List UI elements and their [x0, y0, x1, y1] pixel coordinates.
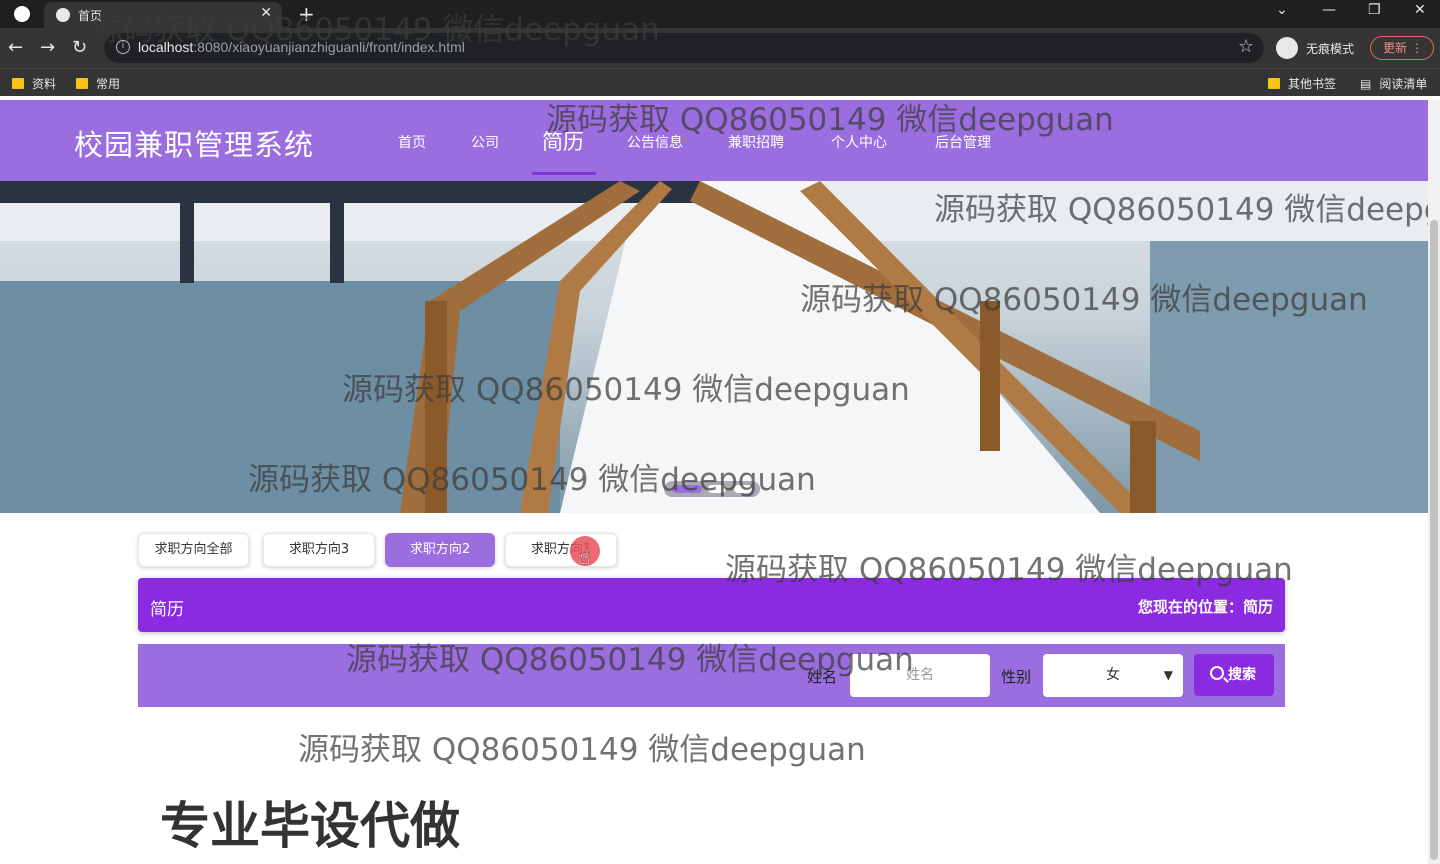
search-button[interactable]: 搜索 — [1194, 654, 1274, 696]
breadcrumb: 您现在的位置：简历 — [1137, 598, 1273, 616]
globe-icon — [56, 8, 70, 22]
bookmarks-bar: 资料 常用 其他书签 ▤ 阅读清单 — [0, 68, 1440, 96]
promo-watermark: 专业毕设代做 — [160, 797, 460, 855]
other-bookmarks[interactable]: 其他书签 — [1268, 75, 1336, 92]
folder-icon — [1268, 78, 1280, 89]
restore-icon[interactable]: ❐ — [1368, 2, 1381, 18]
watermark: 源码获取 QQ86050149 微信deepguan — [800, 282, 1368, 318]
bookmark-folder[interactable]: 资料 — [12, 75, 56, 92]
watermark: 源码获取 QQ86050149 微信deepguan — [725, 552, 1293, 588]
forward-icon[interactable]: → — [40, 37, 55, 58]
nav-home[interactable]: 首页 — [398, 132, 426, 152]
site-title: 校园兼职管理系统 — [74, 128, 315, 162]
watermark: 源码获取 QQ86050149 微信deepguan — [298, 732, 866, 768]
scrollbar-thumb[interactable] — [1430, 220, 1438, 860]
folder-icon — [12, 78, 24, 89]
search-icon — [1210, 666, 1224, 680]
scrollbar[interactable] — [1428, 100, 1440, 864]
filter-direction-1[interactable]: 求职方向1 — [505, 533, 617, 567]
incognito-icon — [1276, 37, 1298, 59]
window-close-icon[interactable]: ✕ — [1414, 2, 1426, 18]
browser-logo-icon — [14, 6, 30, 22]
page-title: 简历 — [150, 600, 184, 620]
update-button[interactable]: 更新 ⋮ — [1370, 36, 1434, 60]
bookmark-star-icon[interactable]: ☆ — [1238, 36, 1254, 57]
filter-direction-3[interactable]: 求职方向3 — [263, 533, 375, 567]
chevron-down-icon: ▼ — [1163, 668, 1173, 682]
tab-search-chevron-icon[interactable]: ⌄ — [1276, 2, 1288, 18]
hand-cursor-icon: ☝ — [578, 545, 591, 569]
back-icon[interactable]: ← — [8, 37, 23, 58]
gender-value: 女 — [1106, 667, 1120, 683]
reload-icon[interactable]: ↻ — [72, 37, 87, 58]
watermark: 源码获取 QQ86050149 微信deepguan — [248, 462, 816, 498]
nav-active-indicator — [532, 172, 596, 175]
bookmark-folder[interactable]: 常用 — [76, 75, 120, 92]
nav-company[interactable]: 公司 — [471, 132, 499, 152]
reading-list[interactable]: ▤ 阅读清单 — [1360, 75, 1427, 92]
watermark: 源码获取 QQ86050149 微信deepguan — [342, 372, 910, 408]
watermark: 源码获取 QQ86050149 微信deepguan — [92, 12, 660, 48]
watermark: 源码获取 QQ86050149 微信deepguan — [934, 192, 1440, 228]
minimize-icon[interactable]: — — [1322, 2, 1336, 18]
gender-select[interactable]: 女 ▼ — [1043, 654, 1183, 697]
watermark: 源码获取 QQ86050149 微信deepguan — [546, 102, 1114, 138]
filter-direction-2[interactable]: 求职方向2 — [385, 533, 495, 567]
gender-label: 性别 — [1001, 668, 1032, 686]
watermark: 源码获取 QQ86050149 微信deepguan — [346, 642, 914, 678]
incognito-indicator[interactable]: 无痕模式 — [1276, 35, 1354, 61]
incognito-label: 无痕模式 — [1306, 41, 1355, 56]
folder-icon — [76, 78, 88, 89]
filter-all[interactable]: 求职方向全部 — [138, 533, 249, 567]
reading-list-icon: ▤ — [1360, 76, 1372, 91]
